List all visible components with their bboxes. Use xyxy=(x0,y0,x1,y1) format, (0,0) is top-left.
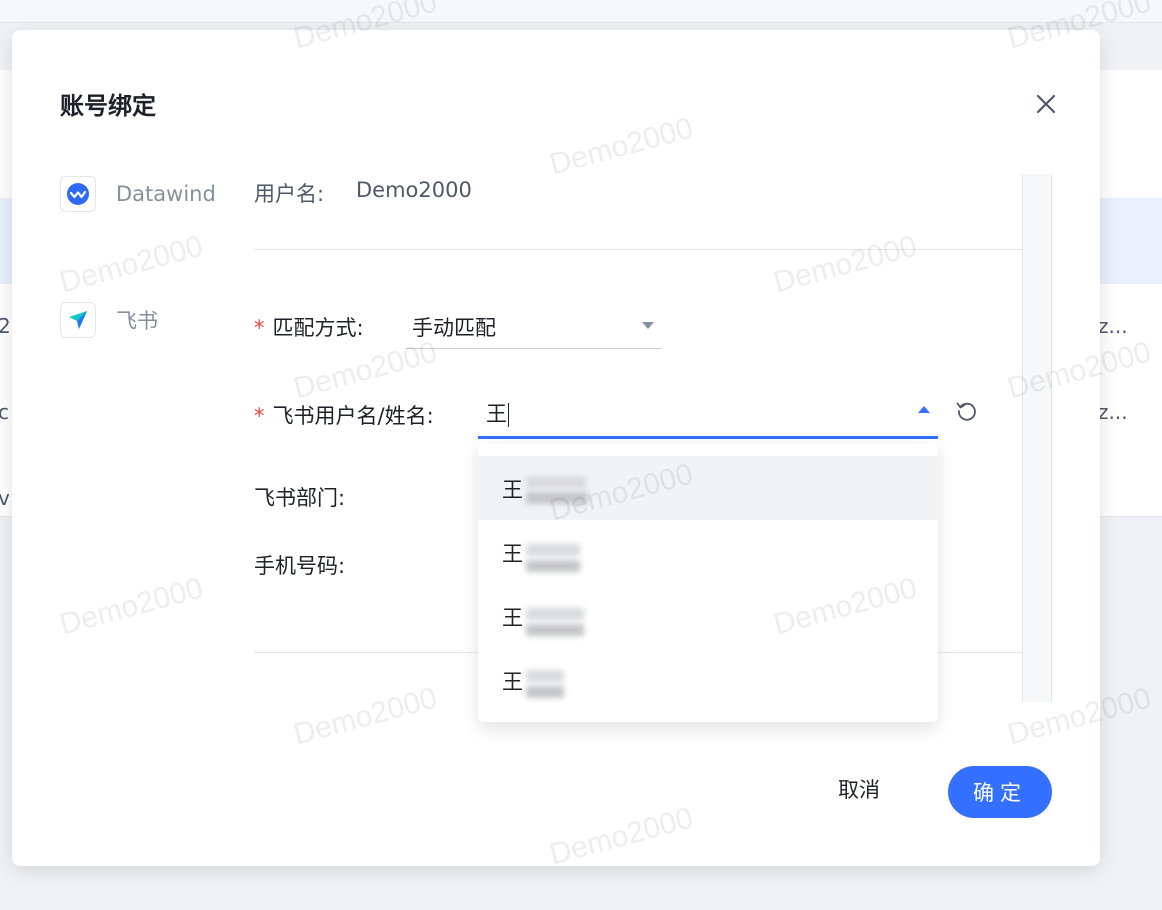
divider xyxy=(254,249,1022,250)
redacted-name xyxy=(526,624,584,636)
scrollbar[interactable] xyxy=(1022,174,1052,702)
match-method-text: 匹配方式: xyxy=(272,316,364,340)
dropdown-option[interactable]: 王 xyxy=(478,584,938,648)
redacted-name xyxy=(526,476,586,488)
background-cell: v xyxy=(0,486,10,510)
redacted-name xyxy=(526,492,588,504)
redacted-name xyxy=(526,544,580,556)
caret-down-icon xyxy=(642,322,654,329)
redacted-name xyxy=(526,670,564,682)
caret-up-icon xyxy=(918,406,930,413)
refresh-icon xyxy=(956,402,976,421)
input-text: 王 xyxy=(486,402,507,426)
redacted-name xyxy=(526,608,584,620)
text-cursor xyxy=(508,403,509,427)
dropdown-option[interactable]: 王 xyxy=(478,648,938,712)
required-mark: * xyxy=(254,316,265,340)
option-surname: 王 xyxy=(502,606,523,630)
option-surname: 王 xyxy=(502,478,523,502)
option-surname: 王 xyxy=(502,542,523,566)
user-suggestion-dropdown: 王 王 王 王 xyxy=(478,444,938,722)
account-binding-dialog: 账号绑定 Datawind 飞书 用户名: Demo2000 * 匹配方式: 手… xyxy=(12,30,1100,866)
background-cell: z... xyxy=(1098,314,1128,338)
close-icon xyxy=(1036,94,1056,114)
cancel-button[interactable]: 取消 xyxy=(838,774,880,804)
required-mark: * xyxy=(254,404,265,428)
feishu-user-text: 飞书用户名/姓名: xyxy=(272,404,434,428)
close-button[interactable] xyxy=(1030,88,1062,120)
background-cell: c xyxy=(0,400,9,424)
dialog-title: 账号绑定 xyxy=(60,92,156,120)
feishu-name: 飞书 xyxy=(116,309,158,333)
feishu-item: 飞书 xyxy=(60,302,158,338)
background-cell: z... xyxy=(1098,400,1128,424)
username-value: Demo2000 xyxy=(356,178,472,202)
datawind-item: Datawind xyxy=(60,176,216,212)
feishu-user-input-value: 王 xyxy=(486,398,509,428)
feishu-user-search-input[interactable]: 王 xyxy=(478,392,938,439)
match-method-label: * 匹配方式: xyxy=(254,312,364,342)
feishu-logo-icon xyxy=(60,302,96,338)
datawind-logo-icon xyxy=(60,176,96,212)
background-header xyxy=(0,0,1162,23)
match-method-select[interactable]: 手动匹配 xyxy=(406,308,662,349)
redacted-name xyxy=(526,686,564,698)
feishu-department-label: 飞书部门: xyxy=(254,486,346,510)
confirm-button[interactable]: 确定 xyxy=(948,766,1052,818)
refresh-button[interactable] xyxy=(954,398,980,424)
dropdown-option[interactable]: 王 xyxy=(478,520,938,584)
datawind-name: Datawind xyxy=(116,182,216,206)
match-method-value: 手动匹配 xyxy=(412,316,496,340)
redacted-name xyxy=(526,560,580,572)
phone-number-label: 手机号码: xyxy=(254,554,346,578)
option-surname: 王 xyxy=(502,670,523,694)
dropdown-option[interactable]: 王 xyxy=(478,456,938,520)
feishu-user-label: * 飞书用户名/姓名: xyxy=(254,400,434,430)
username-label: 用户名: xyxy=(254,182,325,206)
